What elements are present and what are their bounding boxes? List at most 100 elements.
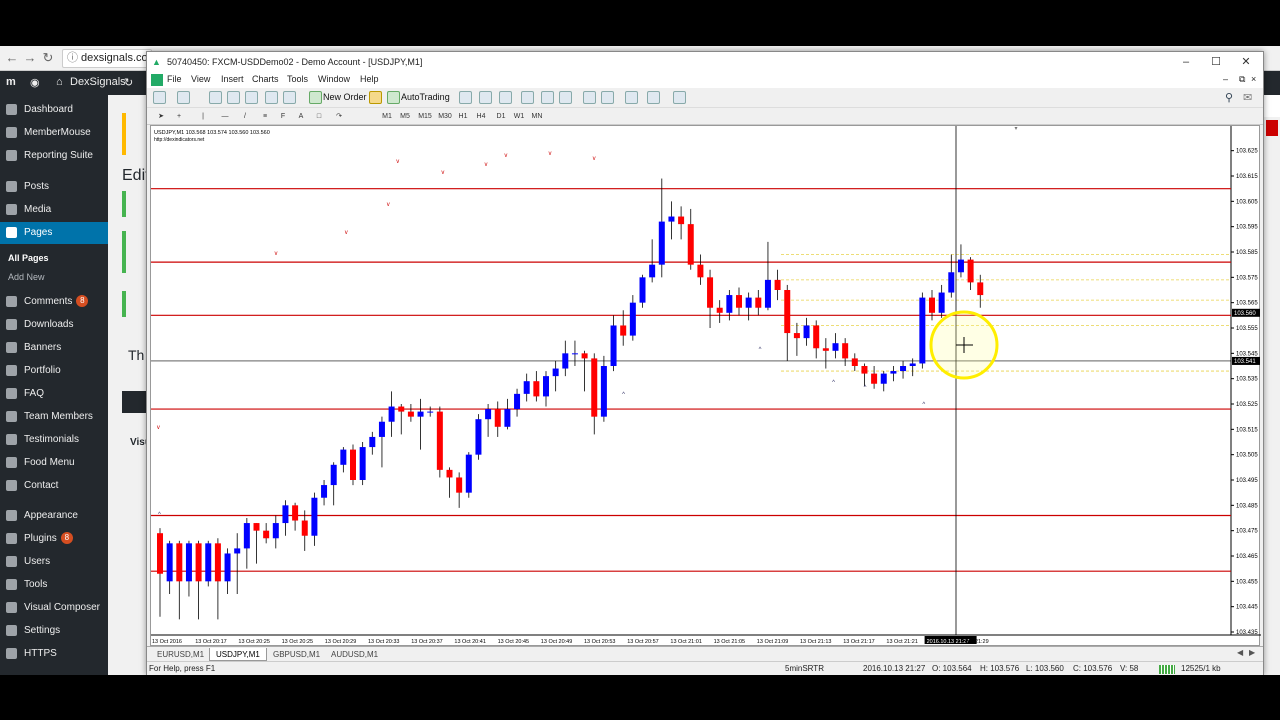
text-icon[interactable]: □ [311, 110, 327, 123]
timeframe-mn[interactable]: MN [529, 110, 545, 123]
sidebar-item-pages[interactable]: Pages [0, 222, 108, 244]
strategy-tester-icon[interactable] [283, 91, 296, 104]
sidebar-item-comments[interactable]: Comments 8 [0, 291, 108, 313]
sidebar-item-dashboard[interactable]: Dashboard [0, 99, 108, 121]
extension-icon[interactable] [1266, 120, 1278, 136]
wordpress-logo-icon[interactable]: ◉ [30, 76, 40, 89]
sidebar-item-users[interactable]: Users [0, 551, 108, 573]
back-icon[interactable]: ← [4, 50, 20, 66]
templates-icon[interactable] [673, 91, 686, 104]
chart-window-icon[interactable] [151, 74, 163, 86]
sidebar-item-contact[interactable]: Contact [0, 475, 108, 497]
cursor-icon[interactable]: ➤ [153, 110, 169, 123]
menu-insert[interactable]: Insert [221, 74, 244, 84]
search-icon[interactable]: ⚲ [1225, 91, 1233, 104]
sidebar-item-banners[interactable]: Banners [0, 337, 108, 359]
menu-view[interactable]: View [191, 74, 210, 84]
crosshair-icon[interactable]: + [171, 110, 187, 123]
tile-windows-icon[interactable] [559, 91, 572, 104]
arrows-icon[interactable]: ↷ [331, 110, 347, 123]
sidebar-item-faq[interactable]: FAQ [0, 383, 108, 405]
updates-icon[interactable]: ↻ [124, 76, 133, 89]
tab-usdjpy[interactable]: USDJPY,M1 [209, 648, 267, 661]
wp-menu-icon[interactable]: m [6, 76, 16, 88]
price-chart[interactable]: 103.625 103.615 103.605 103.595 103.585 103.5… [150, 125, 1261, 647]
tabs-scroll-right-icon[interactable]: ▶ [1249, 648, 1255, 657]
auto-scroll-icon[interactable] [583, 91, 596, 104]
tabs-scroll-left-icon[interactable]: ◀ [1237, 648, 1243, 657]
site-name-link[interactable]: DexSignals [70, 76, 126, 88]
tab-audusd[interactable]: AUDUSD,M1 [325, 648, 384, 661]
line-chart-icon[interactable] [499, 91, 512, 104]
timeframe-h4[interactable]: H4 [473, 110, 489, 123]
sidebar-item-tools[interactable]: Tools [0, 574, 108, 596]
chart-canvas[interactable]: 103.625 103.615 103.605 103.595 103.585 103.5… [151, 126, 1261, 647]
metaeditor-icon[interactable] [369, 91, 382, 104]
timeframe-m5[interactable]: M5 [397, 110, 413, 123]
autotrading-icon[interactable] [387, 91, 400, 104]
timeframe-h1[interactable]: H1 [455, 110, 471, 123]
new-chart-icon[interactable] [153, 91, 166, 104]
sidebar-item-food-menu[interactable]: Food Menu [0, 452, 108, 474]
new-order-button[interactable]: New Order [323, 92, 367, 102]
url-field[interactable]: ⓘ dexsignals.com [62, 49, 152, 68]
timeframe-m15[interactable]: M15 [417, 110, 433, 123]
reload-icon[interactable]: ↻ [40, 50, 56, 66]
zoom-out-icon[interactable] [541, 91, 554, 104]
sidebar-item-reporting-suite[interactable]: Reporting Suite [0, 145, 108, 167]
zoom-in-icon[interactable] [521, 91, 534, 104]
sidebar-item-appearance[interactable]: Appearance [0, 505, 108, 527]
menu-charts[interactable]: Charts [252, 74, 279, 84]
menu-tools[interactable]: Tools [287, 74, 308, 84]
forward-icon[interactable]: → [22, 50, 38, 66]
sidebar-item-testimonials[interactable]: Testimonials [0, 429, 108, 451]
sidebar-item-team-members[interactable]: Team Members [0, 406, 108, 428]
trendline-icon[interactable]: / [237, 110, 253, 123]
fibonacci-icon[interactable]: F [275, 110, 291, 123]
tab-eurusd[interactable]: EURUSD,M1 [151, 648, 210, 661]
child-restore-icon[interactable]: ⧉ [1239, 74, 1245, 85]
child-minimize-icon[interactable]: – [1223, 74, 1228, 84]
sidebar-item-add-new[interactable]: Add New [0, 266, 108, 288]
navigator-icon[interactable] [245, 91, 258, 104]
page-scrollbar[interactable] [1264, 117, 1280, 675]
maximize-icon[interactable]: ☐ [1201, 52, 1231, 72]
tab-gbpusd[interactable]: GBPUSD,M1 [267, 648, 326, 661]
market-watch-icon[interactable] [209, 91, 222, 104]
text-label-icon[interactable]: A [293, 110, 309, 123]
timeframe-m30[interactable]: M30 [437, 110, 453, 123]
sidebar-item-downloads[interactable]: Downloads [0, 314, 108, 336]
close-icon[interactable]: ✕ [1231, 52, 1261, 72]
sidebar-item-portfolio[interactable]: Portfolio [0, 360, 108, 382]
timeframe-d1[interactable]: D1 [493, 110, 509, 123]
vertical-line-icon[interactable]: | [195, 110, 211, 123]
timeframe-w1[interactable]: W1 [511, 110, 527, 123]
minimize-icon[interactable]: – [1171, 52, 1201, 72]
chart-shift-icon[interactable] [601, 91, 614, 104]
child-close-icon[interactable]: × [1251, 74, 1256, 84]
autotrading-button[interactable]: AutoTrading [401, 92, 450, 102]
sidebar-item-media[interactable]: Media [0, 199, 108, 221]
periods-icon[interactable] [647, 91, 660, 104]
menu-help[interactable]: Help [360, 74, 379, 84]
sidebar-item-settings[interactable]: Settings [0, 620, 108, 642]
timeframe-m1[interactable]: M1 [379, 110, 395, 123]
home-icon[interactable]: ⌂ [56, 76, 63, 88]
chat-icon[interactable]: ✉ [1243, 91, 1252, 104]
sidebar-item-posts[interactable]: Posts [0, 176, 108, 198]
sidebar-item-plugins[interactable]: Plugins 8 [0, 528, 108, 550]
indicators-icon[interactable] [625, 91, 638, 104]
bar-chart-icon[interactable] [459, 91, 472, 104]
terminal-icon[interactable] [265, 91, 278, 104]
menu-file[interactable]: File [167, 74, 182, 84]
sidebar-item-visual-composer[interactable]: Visual Composer [0, 597, 108, 619]
sidebar-item-membermouse[interactable]: MemberMouse [0, 122, 108, 144]
profiles-icon[interactable] [177, 91, 190, 104]
channel-icon[interactable]: ≡ [257, 110, 273, 123]
new-order-icon[interactable] [309, 91, 322, 104]
menu-window[interactable]: Window [318, 74, 350, 84]
sidebar-item-https[interactable]: HTTPS [0, 643, 108, 665]
horizontal-line-icon[interactable]: — [217, 110, 233, 123]
data-window-icon[interactable] [227, 91, 240, 104]
candlestick-icon[interactable] [479, 91, 492, 104]
